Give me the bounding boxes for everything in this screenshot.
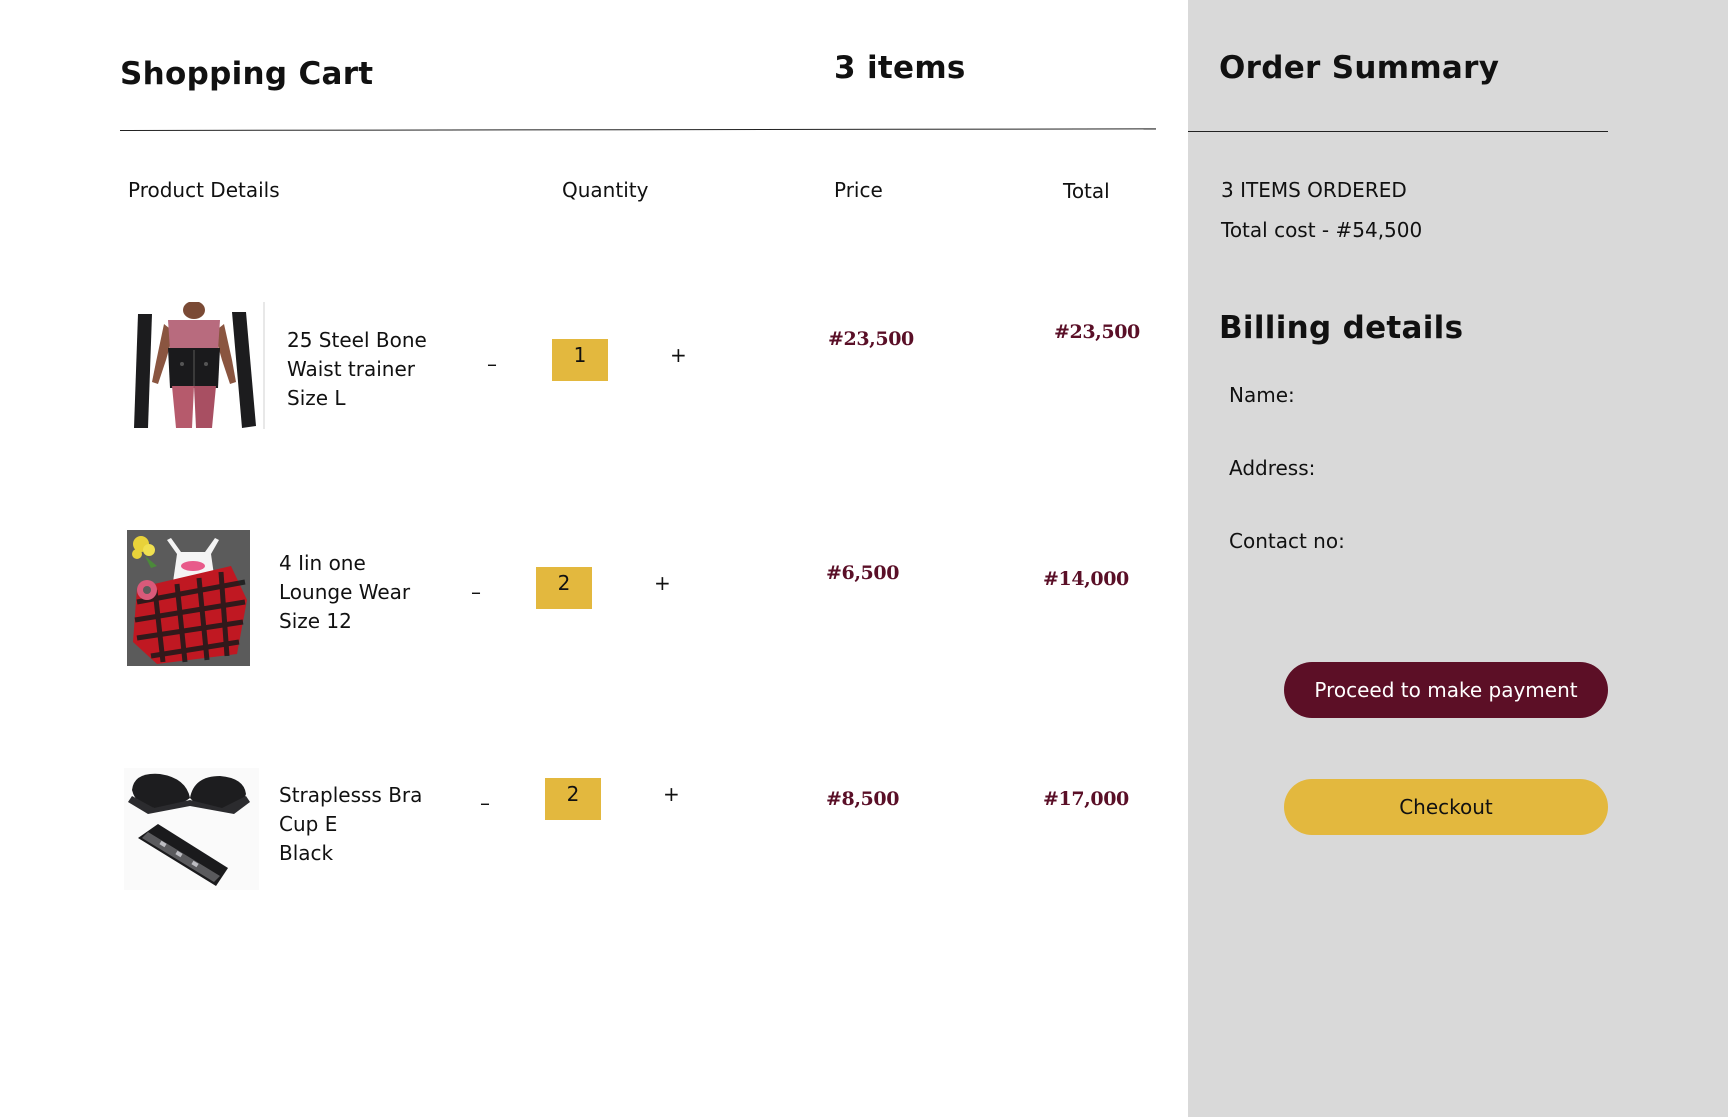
item-price: #23,500 xyxy=(828,328,914,350)
quantity-value[interactable]: 2 xyxy=(536,567,592,609)
items-ordered-count: 3 ITEMS ORDERED xyxy=(1221,178,1407,202)
quantity-value[interactable]: 1 xyxy=(552,339,608,381)
billing-details-title: Billing details xyxy=(1219,310,1464,346)
decrement-quantity-button[interactable]: – xyxy=(471,582,481,602)
proceed-to-payment-button[interactable]: Proceed to make payment xyxy=(1284,662,1608,718)
billing-address-label: Address: xyxy=(1229,456,1316,480)
column-header-total: Total xyxy=(1063,179,1110,203)
lounge-wear-photo-icon[interactable] xyxy=(127,530,250,666)
waist-trainer-photo-icon[interactable] xyxy=(128,302,266,429)
product-name: 25 Steel Bone Waist trainer Size L xyxy=(287,328,427,410)
item-total: #14,000 xyxy=(1043,568,1129,590)
decrement-quantity-button[interactable]: – xyxy=(487,354,497,374)
quantity-value[interactable]: 2 xyxy=(545,778,601,820)
increment-quantity-button[interactable]: + xyxy=(663,784,680,804)
cart-header-divider xyxy=(119,128,1156,131)
item-price: #8,500 xyxy=(826,788,900,810)
order-summary-panel: Order Summary 3 ITEMS ORDERED Total cost… xyxy=(1188,0,1728,1117)
column-header-quantity: Quantity xyxy=(562,178,649,202)
summary-divider xyxy=(1188,131,1608,132)
product-name: Straplesss Bra Cup E Black xyxy=(279,783,423,865)
decrement-quantity-button[interactable]: – xyxy=(480,793,490,813)
product-name: 4 Iin one Lounge Wear Size 12 xyxy=(279,551,411,633)
item-total: #23,500 xyxy=(1054,321,1140,343)
billing-contact-label: Contact no: xyxy=(1229,529,1345,553)
increment-quantity-button[interactable]: + xyxy=(654,573,671,593)
column-header-price: Price xyxy=(834,178,883,202)
shopping-cart-panel: Shopping Cart 3 items Product Details Qu… xyxy=(0,0,1188,1117)
increment-quantity-button[interactable]: + xyxy=(670,345,687,365)
cart-item-count: 3 items xyxy=(834,50,966,86)
total-cost: Total cost - #54,500 xyxy=(1221,218,1423,242)
order-summary-title: Order Summary xyxy=(1219,50,1500,86)
column-header-product: Product Details xyxy=(128,178,280,202)
checkout-button[interactable]: Checkout xyxy=(1284,779,1608,835)
cart-title: Shopping Cart xyxy=(120,56,374,92)
item-price: #6,500 xyxy=(826,562,900,584)
item-total: #17,000 xyxy=(1043,788,1129,810)
billing-name-label: Name: xyxy=(1229,383,1295,407)
strapless-bra-photo-icon[interactable] xyxy=(124,768,259,890)
